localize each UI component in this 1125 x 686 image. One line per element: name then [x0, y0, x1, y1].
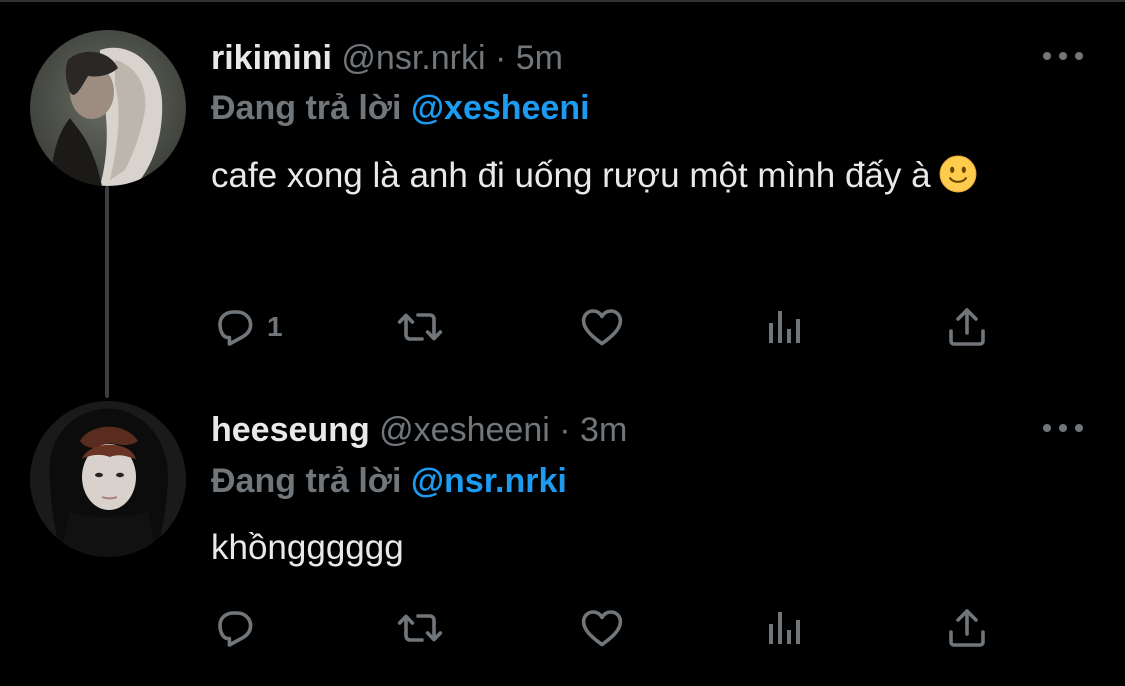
avatar[interactable] — [30, 30, 186, 186]
share-icon — [949, 609, 985, 647]
avatar-photo — [30, 401, 186, 557]
replying-to-handle[interactable]: @nsr.nrki — [411, 462, 567, 500]
thread-view: rikimini @nsr.nrki · 5m Đang trả lời @xe… — [0, 0, 1125, 686]
avatar-photo — [30, 30, 186, 186]
share-button[interactable] — [943, 302, 991, 352]
reply-button[interactable]: 1 — [211, 302, 283, 352]
tweet[interactable]: heeseung @xesheeni · 3m Đang trả lời @ns… — [0, 385, 1125, 686]
replying-to-label: Đang trả lời — [211, 462, 402, 500]
tweet-header: rikimini @nsr.nrki · 5m — [211, 38, 563, 78]
replying-to: Đang trả lời @xesheeni — [211, 88, 590, 128]
tweet-actions: 1 — [211, 302, 1071, 352]
share-icon — [949, 308, 985, 346]
tweet-text-content: khồngggggg — [211, 528, 404, 567]
display-name[interactable]: heeseung — [211, 411, 370, 449]
like-icon — [581, 309, 623, 346]
retweet-button[interactable] — [396, 302, 444, 352]
display-name[interactable]: rikimini — [211, 39, 332, 77]
replying-to-label: Đang trả lời — [211, 89, 402, 127]
tweet-header: heeseung @xesheeni · 3m — [211, 410, 627, 450]
reply-icon — [218, 310, 253, 346]
tweet-text: cafe xong là anh đi uống rượu một mình đ… — [211, 148, 1091, 204]
timestamp[interactable]: 3m — [580, 411, 627, 449]
stats-icon — [769, 612, 800, 644]
share-button[interactable] — [943, 603, 991, 653]
like-icon — [581, 610, 623, 647]
tweet-text: khồngggggg — [211, 520, 1091, 576]
tweet-actions — [211, 603, 1071, 653]
retweet-button[interactable] — [396, 603, 444, 653]
stats-icon — [769, 311, 800, 343]
handle[interactable]: @nsr.nrki — [341, 39, 485, 77]
timestamp[interactable]: 5m — [516, 39, 563, 77]
reply-button[interactable] — [211, 603, 267, 653]
like-button[interactable] — [578, 302, 626, 352]
tweet[interactable]: rikimini @nsr.nrki · 5m Đang trả lời @xe… — [0, 0, 1125, 385]
replying-to: Đang trả lời @nsr.nrki — [211, 461, 567, 501]
retweet-icon — [397, 313, 443, 341]
separator-dot: · — [559, 411, 571, 449]
like-button[interactable] — [578, 603, 626, 653]
retweet-icon — [397, 614, 443, 642]
replying-to-handle[interactable]: @xesheeni — [411, 89, 590, 127]
avatar[interactable] — [30, 401, 186, 557]
slightly-smiling-face-icon — [939, 155, 977, 193]
tweet-text-content: cafe xong là anh đi uống rượu một mình đ… — [211, 156, 931, 195]
more-icon[interactable] — [1043, 418, 1083, 438]
handle[interactable]: @xesheeni — [379, 411, 550, 449]
stats-button[interactable] — [761, 302, 809, 352]
more-icon[interactable] — [1043, 46, 1083, 66]
separator-dot: · — [494, 39, 507, 77]
stats-button[interactable] — [761, 603, 809, 653]
reply-icon — [218, 611, 253, 647]
reply-count: 1 — [267, 311, 283, 342]
